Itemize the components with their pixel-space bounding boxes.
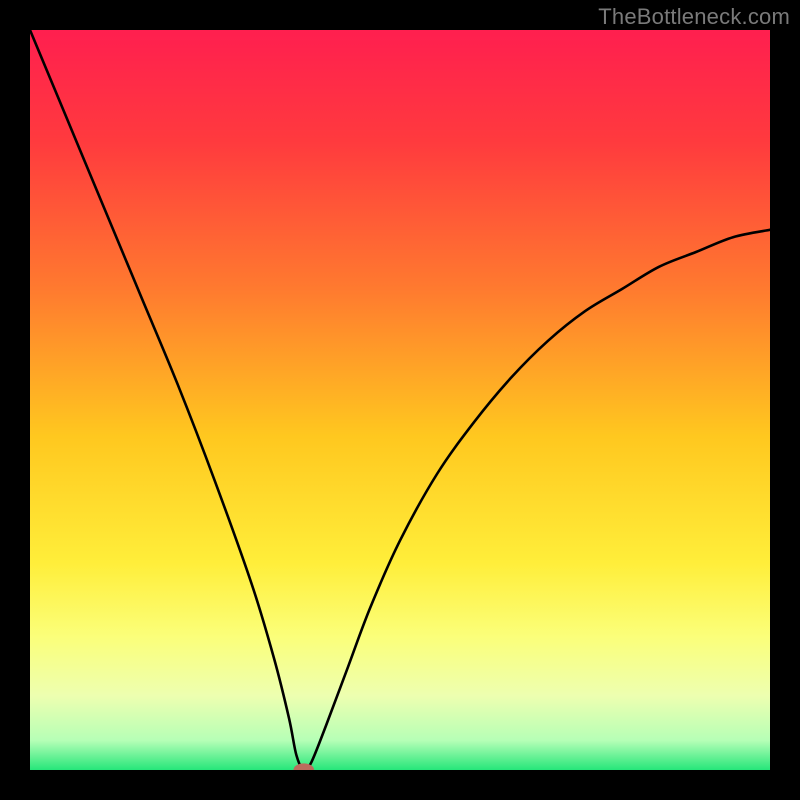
watermark-text: TheBottleneck.com bbox=[598, 4, 790, 30]
plot-svg bbox=[30, 30, 770, 770]
chart-frame: TheBottleneck.com bbox=[0, 0, 800, 800]
gradient-background bbox=[30, 30, 770, 770]
plot-area bbox=[30, 30, 770, 770]
